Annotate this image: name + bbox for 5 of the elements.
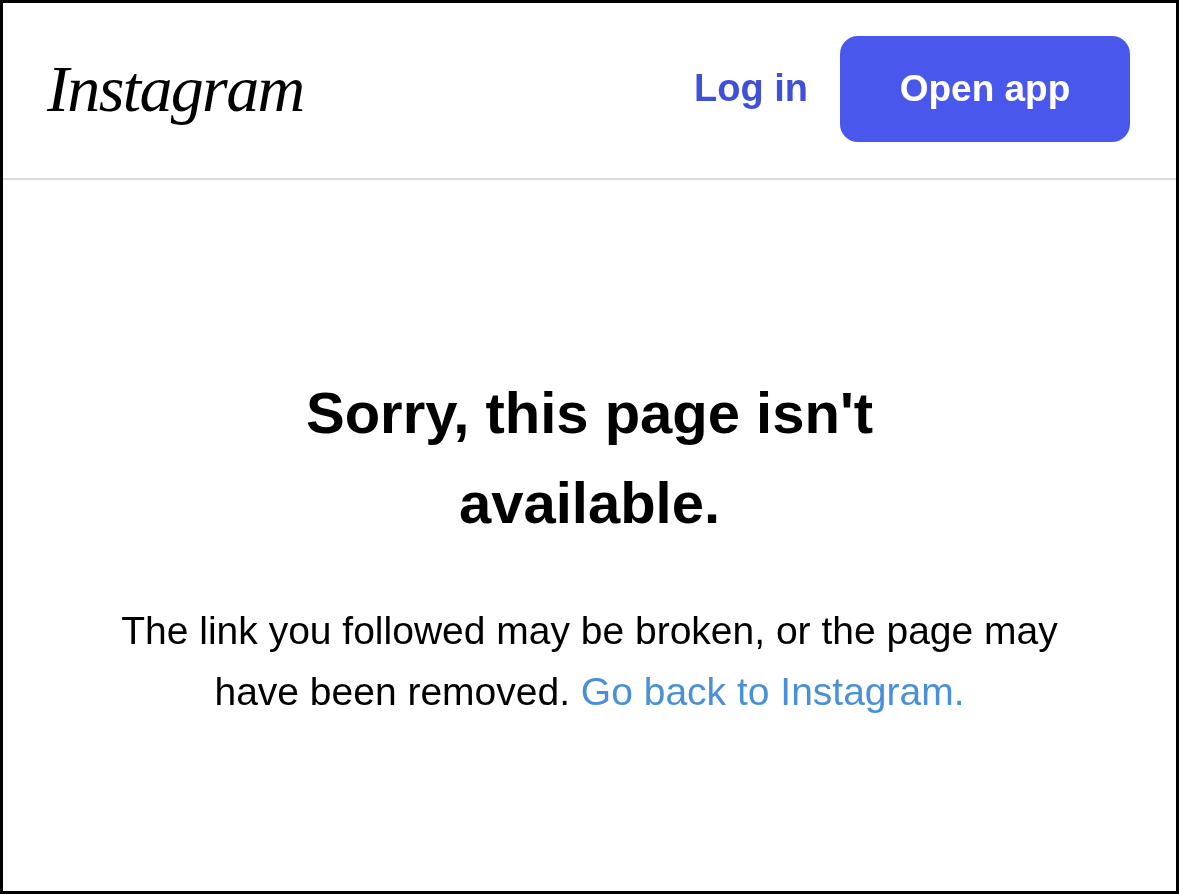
login-link[interactable]: Log in (694, 60, 808, 117)
error-title: Sorry, this page isn't available. (304, 379, 875, 537)
back-link[interactable]: Go back to Instagram. (580, 670, 965, 713)
error-message: The link you followed may be broken, or the page may have been removed. Go back to Instagram. (120, 608, 1059, 715)
open-app-button[interactable]: Open app (840, 35, 1130, 142)
